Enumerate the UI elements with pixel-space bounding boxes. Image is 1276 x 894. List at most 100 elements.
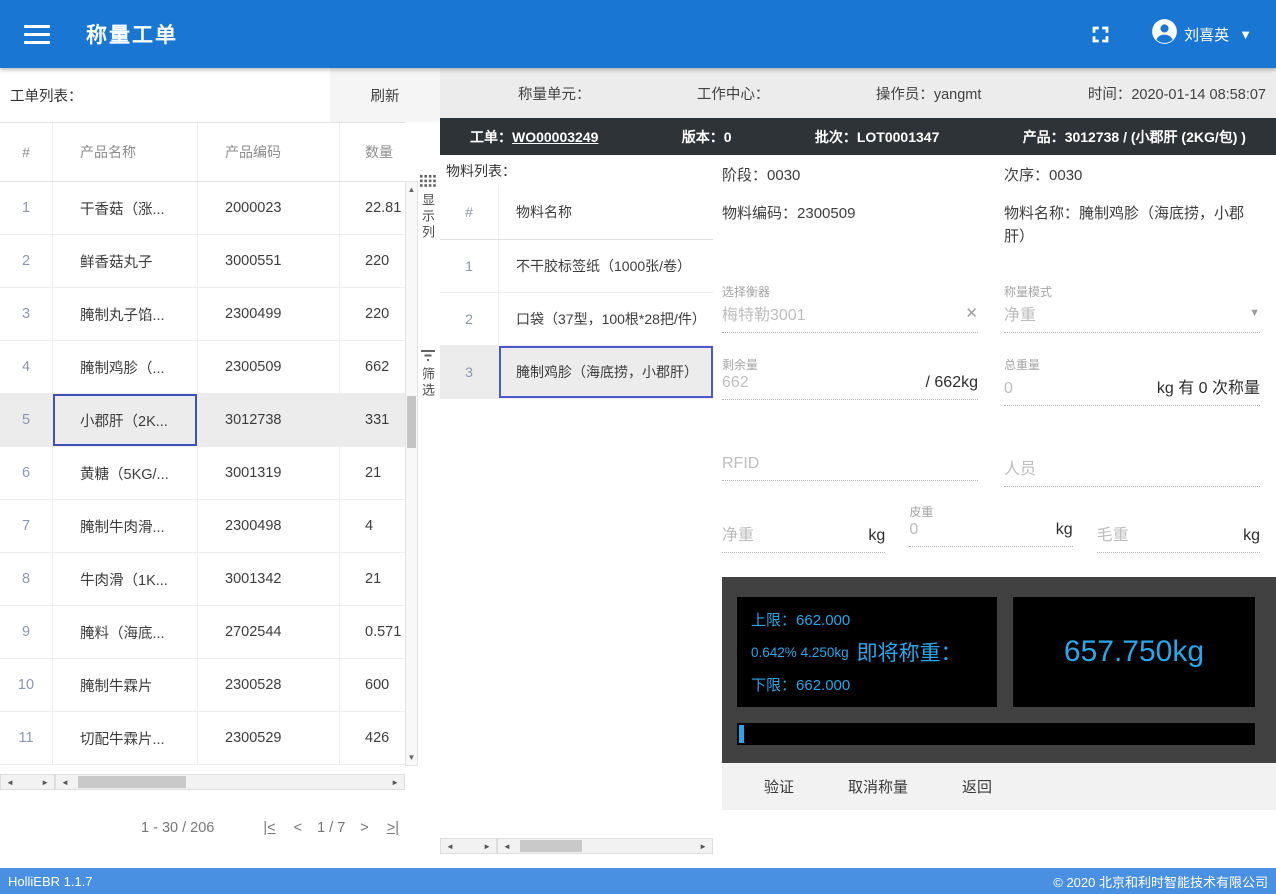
pagination-range: 1 - 30 / 206 bbox=[141, 820, 214, 836]
order-list-title: 工单列表： bbox=[10, 68, 83, 122]
user-name: 刘喜英 bbox=[1184, 24, 1229, 45]
verify-button[interactable]: 验证 bbox=[764, 776, 794, 797]
table-row[interactable]: 1 干香菇（涨... 2000023 22.81 bbox=[0, 182, 405, 235]
lower-limit: 下限：662.000 bbox=[751, 674, 983, 695]
batch-field: 批次：LOT0001347 bbox=[815, 127, 940, 147]
material-row-selected[interactable]: 3 腌制鸡胗（海底捞，小郡肝） bbox=[440, 346, 713, 399]
weigh-mode-select[interactable]: 称量模式 净重 ▼ bbox=[1004, 283, 1260, 333]
scale-select[interactable]: 选择衡器 梅特勒3001 ✕ bbox=[722, 283, 978, 333]
refresh-button[interactable]: 刷新 bbox=[330, 68, 440, 122]
material-table: # 物料名称 1 不干胶标签纸（1000张/卷） 2 口袋（37型，100根*2… bbox=[440, 185, 713, 399]
display-columns-label: 显示列 bbox=[418, 193, 437, 241]
weighing-status-label: 即将称重： bbox=[857, 637, 962, 667]
total-weight-field[interactable]: 总重量 0 kg 有 0 次称量 bbox=[1004, 356, 1260, 406]
menu-icon[interactable] bbox=[24, 20, 52, 49]
display-columns-tool[interactable]: 显示列 bbox=[418, 175, 437, 241]
order-table: # 产品名称 产品编码 数量 1 干香菇（涨... 2000023 22.81 … bbox=[0, 122, 405, 765]
chevron-down-icon: ▼ bbox=[1239, 27, 1252, 42]
table-row[interactable]: 10 腌制牛霖片 2300528 600 bbox=[0, 659, 405, 712]
clear-icon[interactable]: ✕ bbox=[965, 304, 978, 322]
work-order-bar: 工单：WO00003249 版本：0 批次：LOT0001347 产品：3012… bbox=[440, 118, 1276, 155]
stage-field: 阶段：0030 bbox=[722, 164, 978, 187]
app-version: HolliEBR 1.1.7 bbox=[8, 874, 93, 889]
pinned-scroll-buttons[interactable]: ◄ ► bbox=[440, 838, 497, 854]
avatar-icon bbox=[1151, 18, 1178, 50]
person-input[interactable]: 人员 bbox=[1004, 455, 1260, 487]
scroll-left-icon[interactable]: ◄ bbox=[498, 842, 516, 851]
actions-bar: 验证 取消称量 返回 bbox=[722, 763, 1276, 810]
order-table-header: # 产品名称 产品编码 数量 bbox=[0, 123, 405, 182]
copyright: © 2020 北京和利时智能技术有限公司 bbox=[1053, 872, 1268, 891]
fullscreen-icon[interactable] bbox=[1090, 24, 1111, 45]
table-row[interactable]: 6 黄糖（5KG/... 3001319 21 bbox=[0, 447, 405, 500]
filter-label: 筛选 bbox=[418, 367, 437, 399]
grid-icon bbox=[420, 175, 436, 187]
table-row[interactable]: 3 腌制丸子馅... 2300499 220 bbox=[0, 288, 405, 341]
vertical-scrollbar[interactable]: ▲ ▼ bbox=[405, 181, 418, 766]
material-list-title: 物料列表： bbox=[446, 161, 516, 181]
net-weight-input[interactable]: 净重 kg bbox=[722, 503, 885, 553]
material-table-header: # 物料名称 bbox=[440, 185, 713, 240]
scroll-left-icon[interactable]: ◄ bbox=[56, 778, 74, 787]
top-header: 称量工单 刘喜英 ▼ bbox=[0, 0, 1276, 68]
current-weight-display: 657.750kg bbox=[1013, 597, 1255, 707]
material-name-field: 物料名称：腌制鸡胗（海底捞，小郡肝） bbox=[1004, 202, 1260, 249]
table-row[interactable]: 4 腌制鸡胗（... 2300509 662 bbox=[0, 341, 405, 394]
rfid-input[interactable]: RFID bbox=[722, 455, 978, 487]
tare-weight-input[interactable]: 皮重 0 kg bbox=[909, 503, 1072, 553]
tolerance-value: 0.642% 4.250kg bbox=[751, 645, 849, 660]
material-list-panel: 物料列表： # 物料名称 1 不干胶标签纸（1000张/卷） 2 口袋（37型，… bbox=[440, 155, 715, 868]
prev-page-icon[interactable]: < bbox=[285, 820, 311, 836]
horizontal-scrollbar[interactable]: ◄ ► bbox=[497, 838, 713, 854]
footer: HolliEBR 1.1.7 © 2020 北京和利时智能技术有限公司 bbox=[0, 868, 1276, 894]
scroll-down-icon[interactable]: ▼ bbox=[406, 753, 417, 762]
next-page-icon[interactable]: > bbox=[351, 820, 377, 836]
time-field: 时间：2020-01-14 08:58:07 bbox=[1088, 83, 1266, 104]
first-page-icon[interactable]: |< bbox=[254, 820, 284, 836]
table-row[interactable]: 8 牛肉滑（1K... 3001342 21 bbox=[0, 553, 405, 606]
table-row[interactable]: 2 鲜香菇丸子 3000551 220 bbox=[0, 235, 405, 288]
user-menu[interactable]: 刘喜英 ▼ bbox=[1151, 18, 1252, 50]
table-row[interactable]: 9 腌料（海底... 2702544 0.571 bbox=[0, 606, 405, 659]
scroll-right-icon[interactable]: ► bbox=[694, 842, 712, 851]
table-row[interactable]: 7 腌制牛肉滑... 2300498 4 bbox=[0, 500, 405, 553]
scrollbar-thumb[interactable] bbox=[78, 776, 186, 788]
work-center-label: 工作中心： bbox=[697, 83, 770, 104]
last-page-icon[interactable]: >| bbox=[378, 820, 408, 836]
material-code-field: 物料编码：2300509 bbox=[722, 202, 978, 249]
scroll-right-icon[interactable]: ► bbox=[478, 842, 496, 851]
table-row-selected[interactable]: 5 小郡肝（2K... 3012738 331 bbox=[0, 394, 405, 447]
sequence-field: 次序：0030 bbox=[1004, 164, 1260, 187]
scroll-right-icon[interactable]: ► bbox=[36, 778, 54, 787]
upper-limit: 上限：662.000 bbox=[751, 609, 983, 630]
material-row[interactable]: 2 口袋（37型，100根*28把/件） bbox=[440, 293, 713, 346]
session-info-bar: 称量单元： 工作中心： 操作员：yangmt 时间：2020-01-14 08:… bbox=[440, 68, 1276, 118]
material-row[interactable]: 1 不干胶标签纸（1000张/卷） bbox=[440, 240, 713, 293]
order-list-panel: 工单列表： 刷新 # 产品名称 产品编码 数量 1 干香菇（涨... 20000… bbox=[0, 68, 440, 868]
scrollbar-thumb[interactable] bbox=[407, 396, 416, 448]
weigh-unit-label: 称量单元： bbox=[518, 83, 591, 104]
app-window: 称量工单 刘喜英 ▼ 工单列表： bbox=[0, 0, 1276, 894]
table-row[interactable]: 11 切配牛霖片... 2300529 426 bbox=[0, 712, 405, 765]
pagination: 1 - 30 / 206 |< < 1 / 7 > >| bbox=[0, 808, 440, 848]
order-list-header: 工单列表： 刷新 bbox=[0, 68, 440, 122]
scale-display-panel: 上限：662.000 0.642% 4.250kg 即将称重： 下限：662.0… bbox=[722, 577, 1276, 763]
pinned-scroll-buttons[interactable]: ◄ ► bbox=[0, 774, 55, 790]
remaining-field[interactable]: 剩余量 662 / 662kg bbox=[722, 356, 978, 406]
horizontal-scrollbar[interactable]: ◄ ► bbox=[55, 774, 405, 790]
cancel-weigh-button[interactable]: 取消称量 bbox=[848, 776, 908, 797]
back-button[interactable]: 返回 bbox=[962, 776, 992, 797]
scrollbar-thumb[interactable] bbox=[520, 840, 582, 852]
chevron-down-icon[interactable]: ▼ bbox=[1249, 307, 1260, 319]
weight-progress-bar bbox=[737, 723, 1255, 745]
filter-tool[interactable]: 筛选 bbox=[418, 350, 437, 399]
scroll-up-icon[interactable]: ▲ bbox=[406, 185, 417, 194]
filter-icon bbox=[420, 350, 436, 361]
scroll-left-icon[interactable]: ◄ bbox=[441, 842, 459, 851]
scroll-right-icon[interactable]: ► bbox=[386, 778, 404, 787]
gross-weight-input[interactable]: 毛重 kg bbox=[1097, 503, 1260, 553]
order-number[interactable]: 工单：WO00003249 bbox=[470, 127, 598, 147]
scroll-left-icon[interactable]: ◄ bbox=[1, 778, 19, 787]
product-field: 产品：3012738 / (小郡肝 (2KG/包) ) bbox=[1023, 127, 1246, 147]
weight-progress-indicator bbox=[739, 725, 744, 743]
